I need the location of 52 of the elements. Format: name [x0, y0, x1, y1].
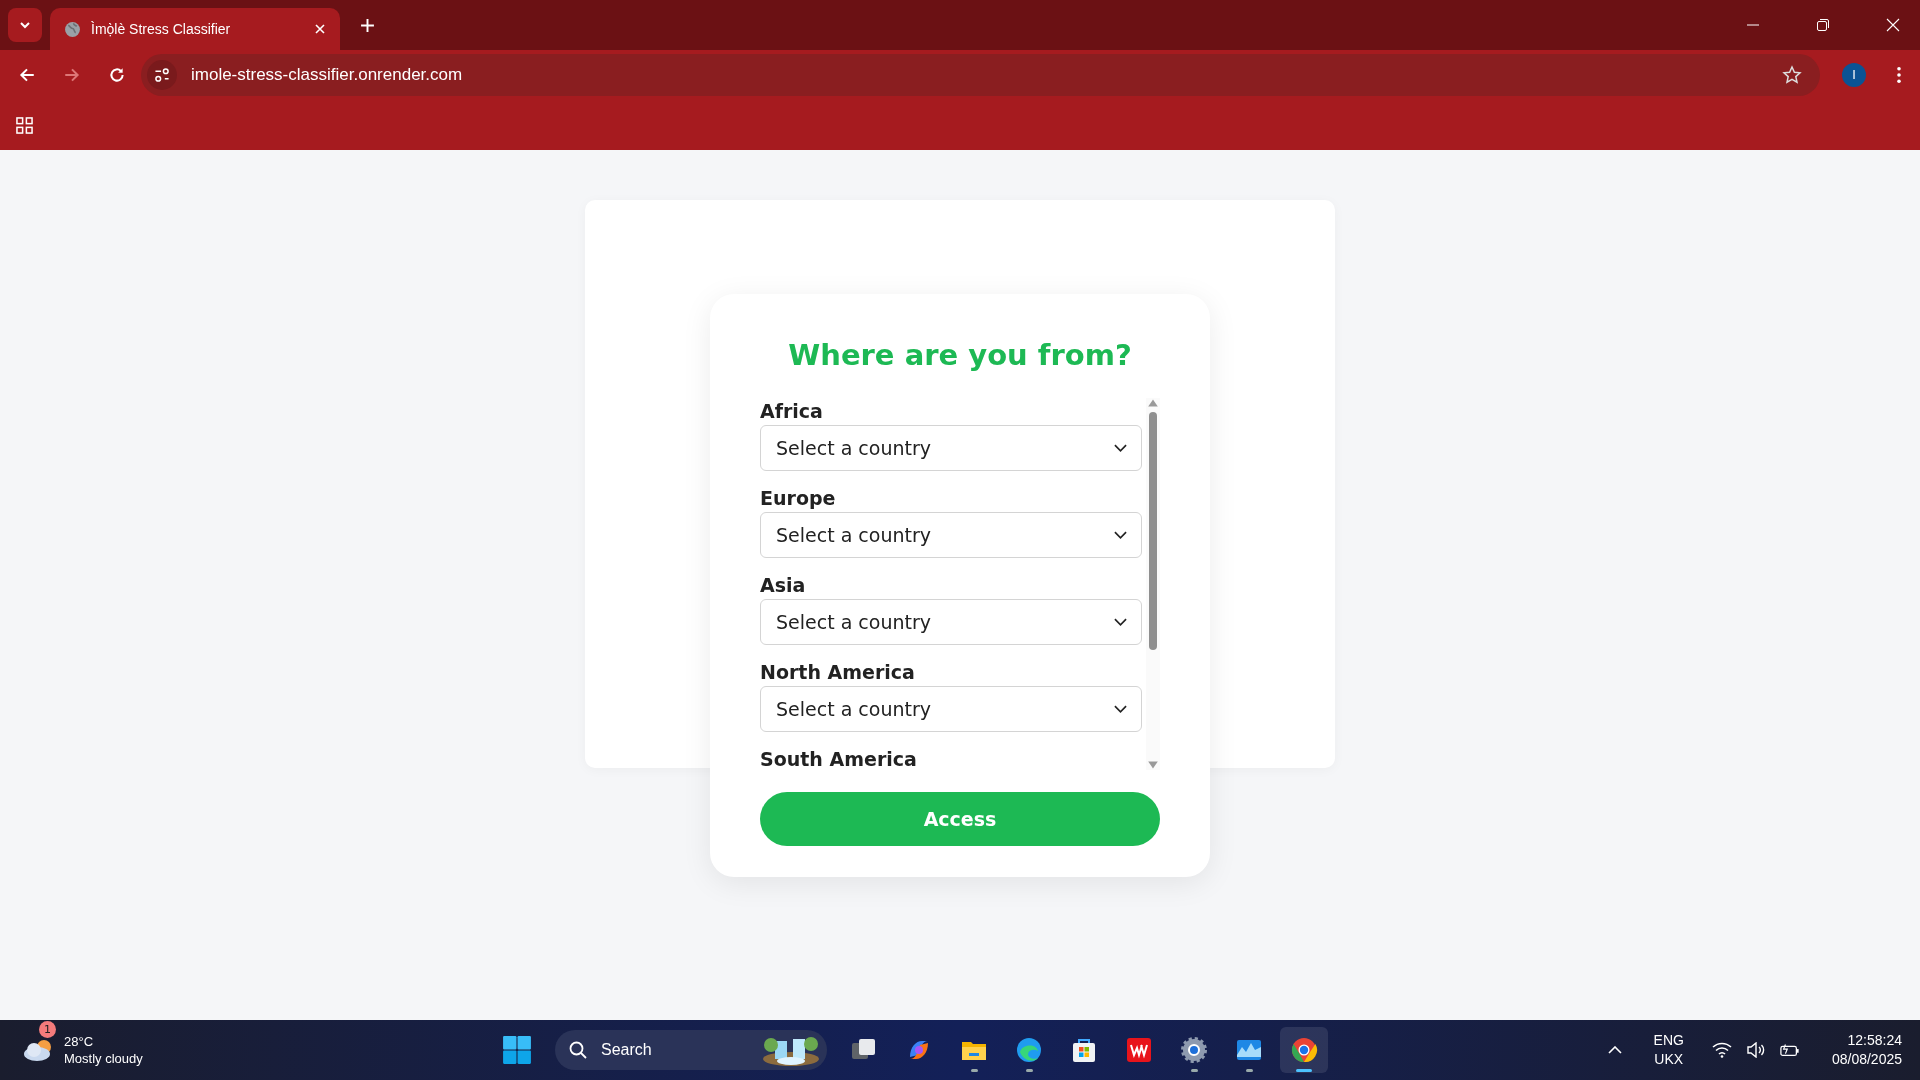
scroll-up-icon[interactable] — [1147, 398, 1159, 408]
clock[interactable]: 12:58:24 08/08/2025 — [1831, 1031, 1902, 1069]
browser-icon — [1289, 1035, 1319, 1065]
notification-badge: 1 — [39, 1021, 56, 1038]
reload-icon[interactable] — [108, 66, 126, 84]
close-icon[interactable] — [314, 23, 326, 35]
more-icon[interactable] — [1896, 66, 1902, 84]
wifi-icon[interactable] — [1711, 1042, 1732, 1058]
globe-icon — [64, 20, 81, 38]
tab-title: Ìmọ̀lè Stress Classifier — [91, 21, 232, 37]
language-indicator[interactable]: ENG UKX — [1653, 1031, 1684, 1069]
chevron-down-icon — [1114, 618, 1127, 626]
country-select[interactable]: Select a country — [760, 686, 1142, 732]
close-icon[interactable] — [1886, 18, 1900, 32]
search-input[interactable]: Search — [599, 1040, 761, 1060]
site-settings-icon[interactable] — [147, 60, 177, 90]
taskbar-app[interactable] — [1280, 1027, 1328, 1073]
country-select[interactable]: Select a country — [760, 599, 1142, 645]
address-bar[interactable]: imole-stress-classifier.onrender.com — [141, 54, 1820, 96]
country-select[interactable]: Select a country — [760, 512, 1142, 558]
restore-icon[interactable] — [1816, 18, 1830, 32]
chevron-down-icon — [1114, 705, 1127, 713]
chevron-up-icon[interactable] — [1607, 1046, 1622, 1054]
region-label: South America — [760, 747, 918, 770]
profile-avatar[interactable]: I — [1842, 63, 1866, 87]
star-icon[interactable] — [1782, 65, 1802, 85]
region-label: Africa — [760, 399, 824, 424]
temperature-text: 28°C — [64, 1033, 95, 1050]
gear-icon — [1179, 1035, 1209, 1065]
region-label: Asia — [760, 573, 807, 598]
chevron-down-icon — [1114, 531, 1127, 539]
windows-start-icon[interactable] — [502, 1035, 532, 1065]
search-box[interactable]: Search — [555, 1030, 827, 1070]
chevron-down-icon — [1114, 444, 1127, 452]
browser-icon — [1014, 1035, 1044, 1065]
battery-icon[interactable] — [1779, 1042, 1800, 1058]
tab-search-button[interactable] — [8, 8, 42, 42]
region-label: Europe — [760, 486, 837, 511]
url-text: imole-stress-classifier.onrender.com — [191, 65, 463, 85]
back-icon[interactable] — [18, 66, 36, 84]
weather-condition: Mostly cloudy — [64, 1050, 143, 1067]
region-label: North America — [760, 660, 916, 685]
apps-grid-icon[interactable] — [16, 116, 33, 134]
forward-icon[interactable] — [63, 66, 81, 84]
search-icon — [569, 1041, 587, 1059]
new-tab-icon[interactable] — [360, 18, 375, 33]
modal-title: Where are you from? — [787, 337, 1133, 374]
scroll-down-icon[interactable] — [1147, 760, 1159, 770]
country-select[interactable]: Select a country — [760, 425, 1142, 471]
browser-tab[interactable]: Ìmọ̀lè Stress Classifier — [50, 8, 340, 50]
speaker-icon[interactable] — [1745, 1042, 1766, 1058]
scrollbar[interactable] — [1146, 398, 1160, 770]
